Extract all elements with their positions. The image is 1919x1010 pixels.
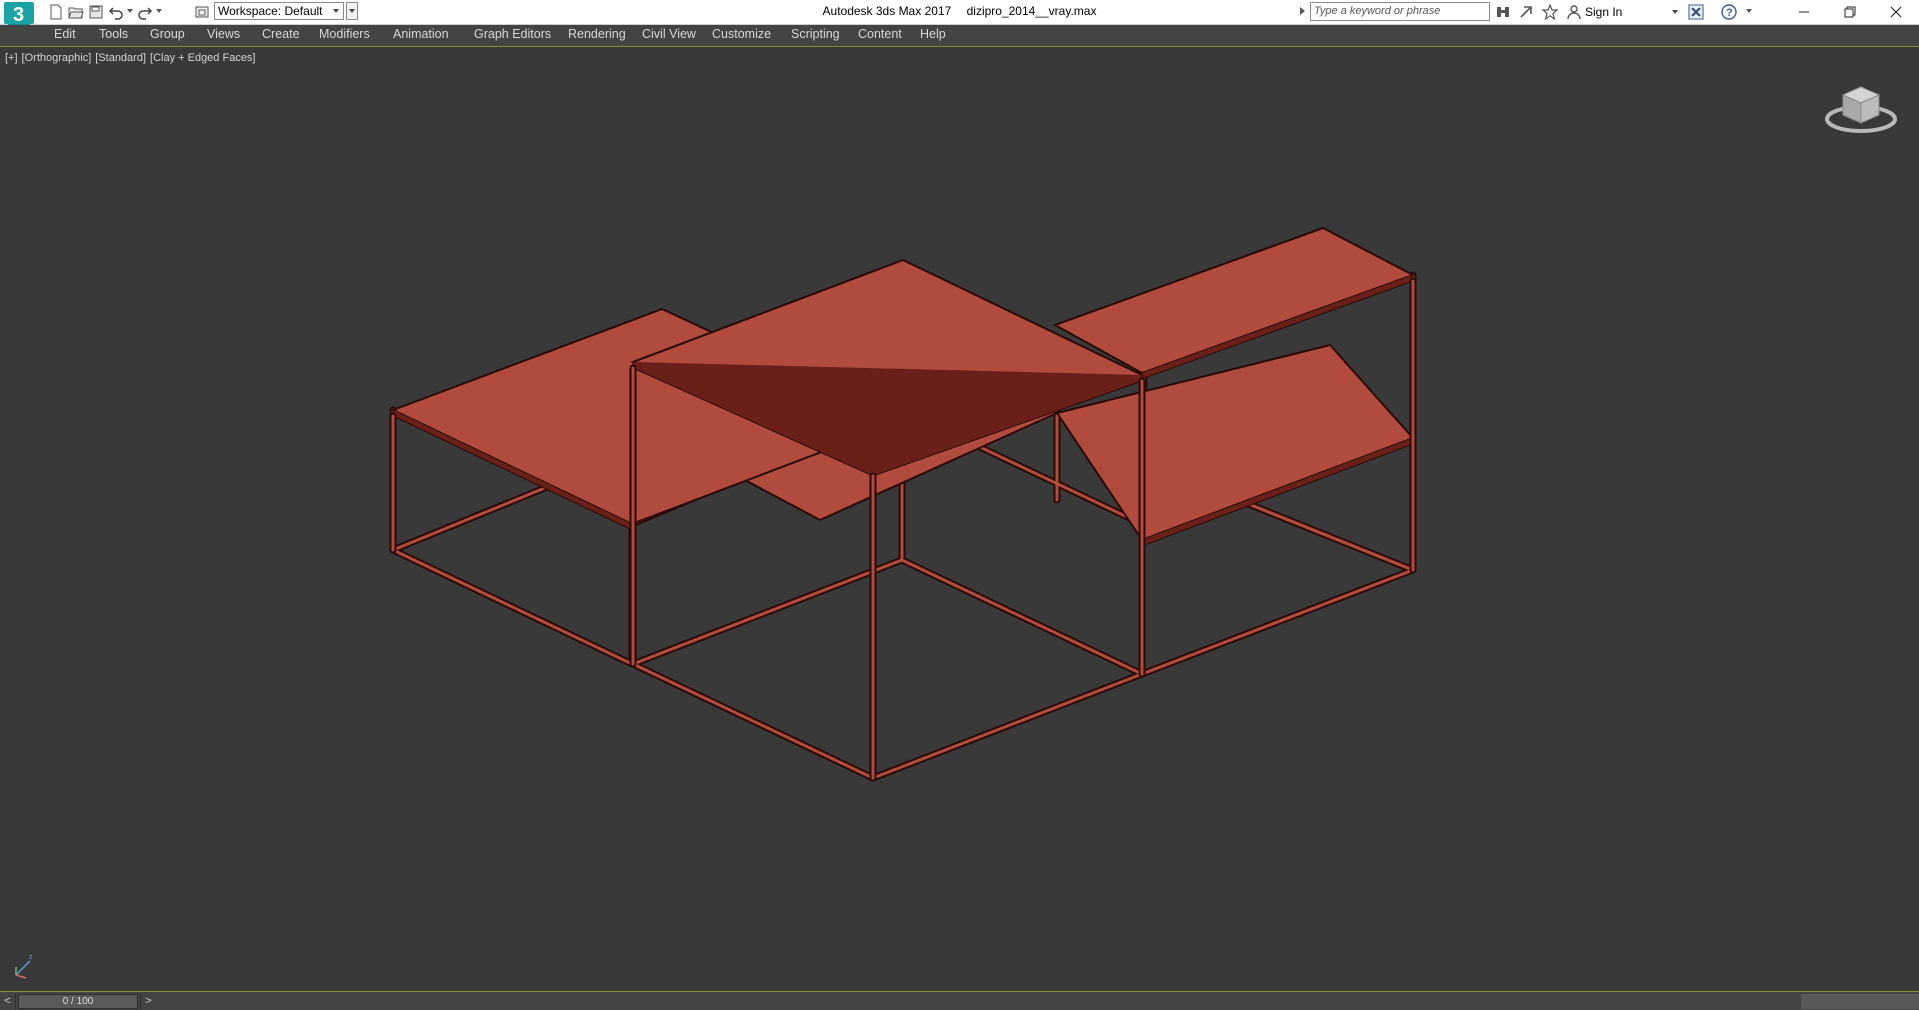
save-icon[interactable] xyxy=(86,2,106,22)
menu-item-animation[interactable]: Animation xyxy=(393,27,449,41)
menu-item-tools[interactable]: Tools xyxy=(99,27,128,41)
viewcube-icon[interactable] xyxy=(1821,77,1901,137)
close-button[interactable] xyxy=(1873,0,1919,24)
viewport-orthographic[interactable]: [+] [Orthographic] [Standard] [Clay + Edged… xyxy=(0,47,1919,991)
new-file-icon[interactable] xyxy=(46,2,66,22)
next-frame-button[interactable]: > xyxy=(140,994,156,1009)
subscription-icon[interactable] xyxy=(1517,3,1535,21)
redo-icon[interactable] xyxy=(135,2,155,22)
menu-item-rendering[interactable]: Rendering xyxy=(568,27,626,41)
time-slider-bar: < 0 / 100 > xyxy=(0,991,1919,1010)
menu-item-civil-view[interactable]: Civil View xyxy=(642,27,696,41)
workspace-select[interactable]: Workspace: Default xyxy=(214,2,344,20)
svg-text:?: ? xyxy=(1726,7,1733,19)
open-file-icon[interactable] xyxy=(66,2,86,22)
menu-item-graph-editors[interactable]: Graph Editors xyxy=(474,27,551,41)
chevron-down-icon xyxy=(333,9,339,13)
menu-item-content[interactable]: Content xyxy=(858,27,902,41)
exchange-icon[interactable] xyxy=(1687,3,1705,21)
project-folder-icon[interactable] xyxy=(192,2,212,22)
undo-icon[interactable] xyxy=(106,2,126,22)
binoculars-icon[interactable] xyxy=(1494,3,1512,21)
title-bar: 3 Workspace: Default Autodesk 3ds Max 20… xyxy=(0,0,1919,32)
app-title: Autodesk 3ds Max 2017 xyxy=(822,4,952,18)
workspace-label: Workspace: Default xyxy=(218,4,323,18)
close-icon xyxy=(1890,6,1902,18)
menu-item-group[interactable]: Group xyxy=(150,27,185,41)
search-placeholder: Type a keyword or phrase xyxy=(1314,5,1441,17)
menu-item-scripting[interactable]: Scripting xyxy=(791,27,840,41)
menu-item-customize[interactable]: Customize xyxy=(712,27,771,41)
star-icon[interactable] xyxy=(1541,3,1559,21)
menu-item-help[interactable]: Help xyxy=(920,27,946,41)
previous-frame-button[interactable]: < xyxy=(0,994,16,1009)
menu-item-views[interactable]: Views xyxy=(207,27,240,41)
undo-dropdown-icon[interactable] xyxy=(127,9,133,13)
search-input[interactable]: Type a keyword or phrase xyxy=(1310,2,1490,21)
menu-item-modifiers[interactable]: Modifiers xyxy=(319,27,370,41)
svg-text:z: z xyxy=(29,954,33,961)
svg-text:3: 3 xyxy=(13,4,24,26)
menu-item-create[interactable]: Create xyxy=(262,27,300,41)
timeline-track[interactable] xyxy=(1801,994,1919,1009)
help-dropdown-icon[interactable] xyxy=(1746,9,1752,13)
minimize-icon xyxy=(1799,11,1809,13)
scene-objects[interactable] xyxy=(0,47,1919,991)
time-slider[interactable]: 0 / 100 xyxy=(18,994,138,1009)
user-icon[interactable] xyxy=(1565,3,1583,21)
menu-item-edit[interactable]: Edit xyxy=(54,27,76,41)
quick-access-customize-button[interactable] xyxy=(346,2,358,20)
redo-dropdown-icon[interactable] xyxy=(156,9,162,13)
search-toggle-icon[interactable] xyxy=(1300,7,1305,15)
axis-tripod-icon: z xyxy=(15,954,33,979)
help-icon[interactable]: ? xyxy=(1720,3,1738,21)
minimize-button[interactable] xyxy=(1781,0,1827,24)
sign-in-dropdown-icon[interactable] xyxy=(1672,10,1678,14)
restore-icon xyxy=(1844,6,1856,18)
menu-bar: Edit Tools Group Views Create Modifiers … xyxy=(0,25,1919,47)
sign-in-link[interactable]: Sign In xyxy=(1585,5,1622,19)
restore-button[interactable] xyxy=(1827,0,1873,24)
file-name: dizipro_2014__vray.max xyxy=(966,4,1097,18)
